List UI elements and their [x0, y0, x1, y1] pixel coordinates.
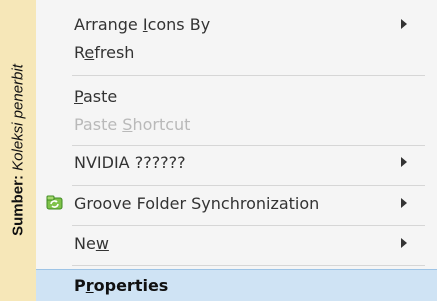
- submenu-arrow-icon: [401, 238, 407, 248]
- source-value: Koleksi penerbit: [9, 64, 27, 171]
- menu-item-paste[interactable]: Paste: [36, 82, 437, 110]
- submenu-arrow-icon: [401, 198, 407, 208]
- menu-separator: [72, 145, 425, 146]
- menu-item-paste-shortcut: Paste Shortcut: [36, 110, 437, 138]
- menu-item-label: Paste: [74, 86, 118, 106]
- menu-item-label: Arrange Icons By: [74, 14, 211, 34]
- menu-item-nvidia[interactable]: NVIDIA ??????: [36, 147, 437, 177]
- menu-separator: [72, 185, 425, 186]
- groove-sync-icon: [46, 195, 64, 211]
- menu-item-refresh[interactable]: Refresh: [36, 38, 437, 66]
- source-label: Sumber:: [9, 175, 27, 236]
- submenu-arrow-icon: [401, 157, 407, 167]
- menu-item-label: NVIDIA ??????: [74, 152, 186, 172]
- menu-separator: [72, 225, 425, 226]
- submenu-arrow-icon: [401, 19, 407, 29]
- menu-item-label: Refresh: [74, 42, 135, 62]
- menu-separator: [72, 75, 425, 76]
- menu-item-label: Properties: [74, 276, 169, 295]
- menu-item-label: Paste Shortcut: [74, 114, 191, 134]
- menu-item-label: Groove Folder Synchronization: [74, 193, 320, 213]
- menu-item-new[interactable]: New: [36, 228, 437, 258]
- menu-item-label: New: [74, 233, 109, 253]
- source-caption-strip: Sumber: Koleksi penerbit: [0, 0, 36, 300]
- menu-item-properties[interactable]: Properties: [36, 269, 437, 301]
- menu-separator: [72, 265, 425, 266]
- menu-item-arrange-icons-by[interactable]: Arrange Icons By: [36, 10, 437, 38]
- context-menu: Arrange Icons By Refresh Paste Paste Sho…: [36, 0, 437, 301]
- menu-item-groove-folder-sync[interactable]: Groove Folder Synchronization: [36, 188, 437, 218]
- source-caption: Sumber: Koleksi penerbit: [10, 64, 27, 236]
